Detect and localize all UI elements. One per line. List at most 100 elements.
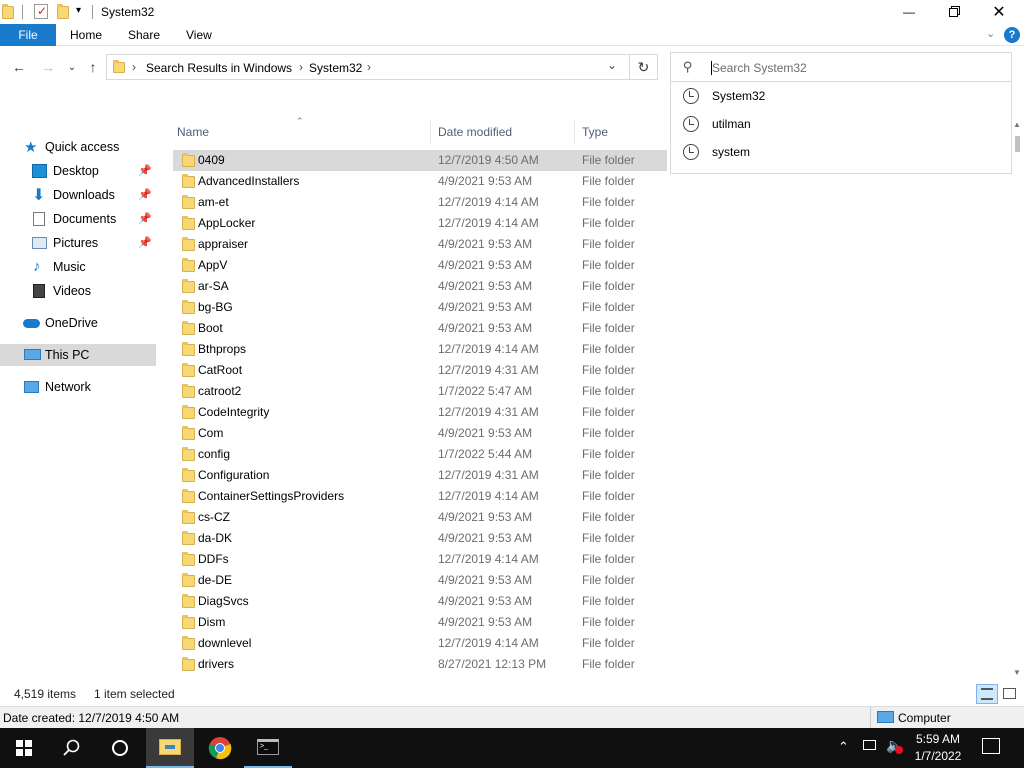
task-view-button[interactable] [96,728,144,768]
table-row[interactable]: ContainerSettingsProviders 12/7/2019 4:14… [173,486,667,507]
terminal-taskbar-button[interactable]: >_ [244,728,292,768]
table-row[interactable]: 0409 12/7/2019 4:50 AM File folder [173,150,667,171]
nav-quick-access[interactable]: ★ Quick access [0,136,156,158]
file-name: Bthprops [198,342,247,356]
file-name: CodeIntegrity [198,405,270,419]
column-divider[interactable] [574,120,575,144]
table-row[interactable]: drivers 8/27/2021 12:13 PM File folder [173,654,667,675]
nav-pictures[interactable]: Pictures 📌 [0,232,156,254]
table-row[interactable]: bg-BG 4/9/2021 9:53 AM File folder [173,297,667,318]
table-row[interactable]: am-et 12/7/2019 4:14 AM File folder [173,192,667,213]
tab-view[interactable]: View [172,24,226,46]
tab-home[interactable]: Home [56,24,116,46]
search-input[interactable]: Search System32 [712,61,807,75]
table-row[interactable]: ar-SA 4/9/2021 9:53 AM File folder [173,276,667,297]
nav-onedrive[interactable]: OneDrive [0,312,156,334]
maximize-button[interactable] [930,0,976,24]
table-row[interactable]: Configuration 12/7/2019 4:31 AM File folde… [173,465,667,486]
up-button[interactable]: ↑ [83,57,103,77]
nav-this-pc[interactable]: This PC [0,344,156,366]
nav-music[interactable]: ♪ Music [0,256,156,278]
properties-icon[interactable]: ✓ [34,4,48,19]
pin-icon: 📌 [138,213,152,225]
sort-ascending-icon: ⌃ [296,116,304,126]
nav-videos[interactable]: Videos [0,280,156,302]
file-name: bg-BG [198,300,233,314]
table-row[interactable]: CodeIntegrity 12/7/2019 4:31 AM File folde… [173,402,667,423]
column-type[interactable]: Type [582,125,608,139]
nav-desktop[interactable]: Desktop 📌 [0,160,156,182]
address-bar[interactable]: › Search Results in Windows › System32 ›… [106,54,630,80]
file-explorer-taskbar-button[interactable] [146,728,194,768]
folder-icon [182,321,195,335]
forward-button[interactable]: → [38,57,58,77]
nav-network[interactable]: Network [0,376,156,398]
action-center-icon[interactable] [982,738,1000,754]
table-row[interactable]: DiagSvcs 4/9/2021 9:53 AM File folder [173,591,667,612]
suggestion-item[interactable]: utilman [671,110,1011,138]
videos-icon [33,284,45,298]
table-row[interactable]: DDFs 12/7/2019 4:14 AM File folder [173,549,667,570]
clock-date[interactable]: 1/7/2022 [908,749,968,763]
breadcrumb-search-results[interactable]: Search Results in Windows [146,61,292,75]
table-row[interactable]: AdvancedInstallers 4/9/2021 9:53 AM File f… [173,171,667,192]
table-row[interactable]: Dism 4/9/2021 9:53 AM File folder [173,612,667,633]
column-name[interactable]: Name [177,125,209,139]
scroll-down-icon[interactable]: ▼ [1013,668,1021,677]
start-button[interactable] [0,728,48,768]
table-row[interactable]: CatRoot 12/7/2019 4:31 AM File folder [173,360,667,381]
file-name: AppLocker [198,216,256,230]
search-taskbar-button[interactable] [48,728,96,768]
new-folder-icon[interactable] [57,4,69,19]
clock-time[interactable]: 5:59 AM [908,732,968,746]
details-bar: Date created: 12/7/2019 4:50 AM Computer [0,706,1024,729]
file-name: de-DE [198,573,233,587]
column-date-modified[interactable]: Date modified [438,125,512,139]
close-button[interactable]: ✕ [976,0,1022,24]
back-button[interactable]: ← [9,57,29,77]
scroll-up-icon[interactable]: ▲ [1013,120,1021,129]
large-icons-view-button[interactable] [1000,684,1020,704]
table-row[interactable]: appraiser 4/9/2021 9:53 AM File folder [173,234,667,255]
table-row[interactable]: Boot 4/9/2021 9:53 AM File folder [173,318,667,339]
recent-locations-button[interactable]: ⌄ [62,57,82,77]
file-date-modified: 12/7/2019 4:14 AM [438,552,539,566]
table-row[interactable]: Com 4/9/2021 9:53 AM File folder [173,423,667,444]
expand-ribbon-icon[interactable]: ⌄ [986,27,995,40]
nav-downloads[interactable]: ⬇ Downloads 📌 [0,184,156,206]
help-icon[interactable]: ? [1004,27,1020,43]
suggestion-item[interactable]: System32 [671,82,1011,110]
vertical-scrollbar[interactable]: ▲ ▼ [1010,118,1024,684]
refresh-button[interactable]: ↻ [630,54,658,80]
network-status-icon[interactable] [861,738,879,752]
column-divider[interactable] [430,120,431,144]
customize-quick-access-icon[interactable]: ▾ [76,5,81,16]
address-dropdown-icon[interactable]: ⌄ [607,58,617,72]
tab-file[interactable]: File [0,24,56,46]
file-name: 0409 [198,153,225,167]
refresh-icon: ↻ [637,58,650,75]
table-row[interactable]: config 1/7/2022 5:44 AM File folder [173,444,667,465]
table-row[interactable]: cs-CZ 4/9/2021 9:53 AM File folder [173,507,667,528]
table-row[interactable]: catroot2 1/7/2022 5:47 AM File folder [173,381,667,402]
table-row[interactable]: da-DK 4/9/2021 9:53 AM File folder [173,528,667,549]
separator [22,5,23,19]
tab-share[interactable]: Share [114,24,174,46]
show-hidden-icons-icon[interactable]: ⌃ [838,739,849,755]
chrome-taskbar-button[interactable] [196,728,244,768]
table-row[interactable]: downlevel 12/7/2019 4:14 AM File folder [173,633,667,654]
details-view-button[interactable] [976,684,998,704]
breadcrumb-system32[interactable]: System32 [309,61,362,75]
table-row[interactable]: Bthprops 12/7/2019 4:14 AM File folder [173,339,667,360]
table-row[interactable]: AppV 4/9/2021 9:53 AM File folder [173,255,667,276]
scrollbar-thumb[interactable] [1015,136,1020,152]
nav-documents[interactable]: Documents 📌 [0,208,156,230]
table-row[interactable]: de-DE 4/9/2021 9:53 AM File folder [173,570,667,591]
status-bar: 4,519 items 1 item selected [0,684,1024,706]
file-date-modified: 4/9/2021 9:53 AM [438,279,533,293]
computer-icon [24,349,41,360]
minimize-button[interactable]: — [886,0,932,24]
suggestion-item[interactable]: system [671,138,1011,166]
table-row[interactable]: AppLocker 12/7/2019 4:14 AM File folder [173,213,667,234]
search-box[interactable]: ⚲ Search System32 [670,52,1012,82]
